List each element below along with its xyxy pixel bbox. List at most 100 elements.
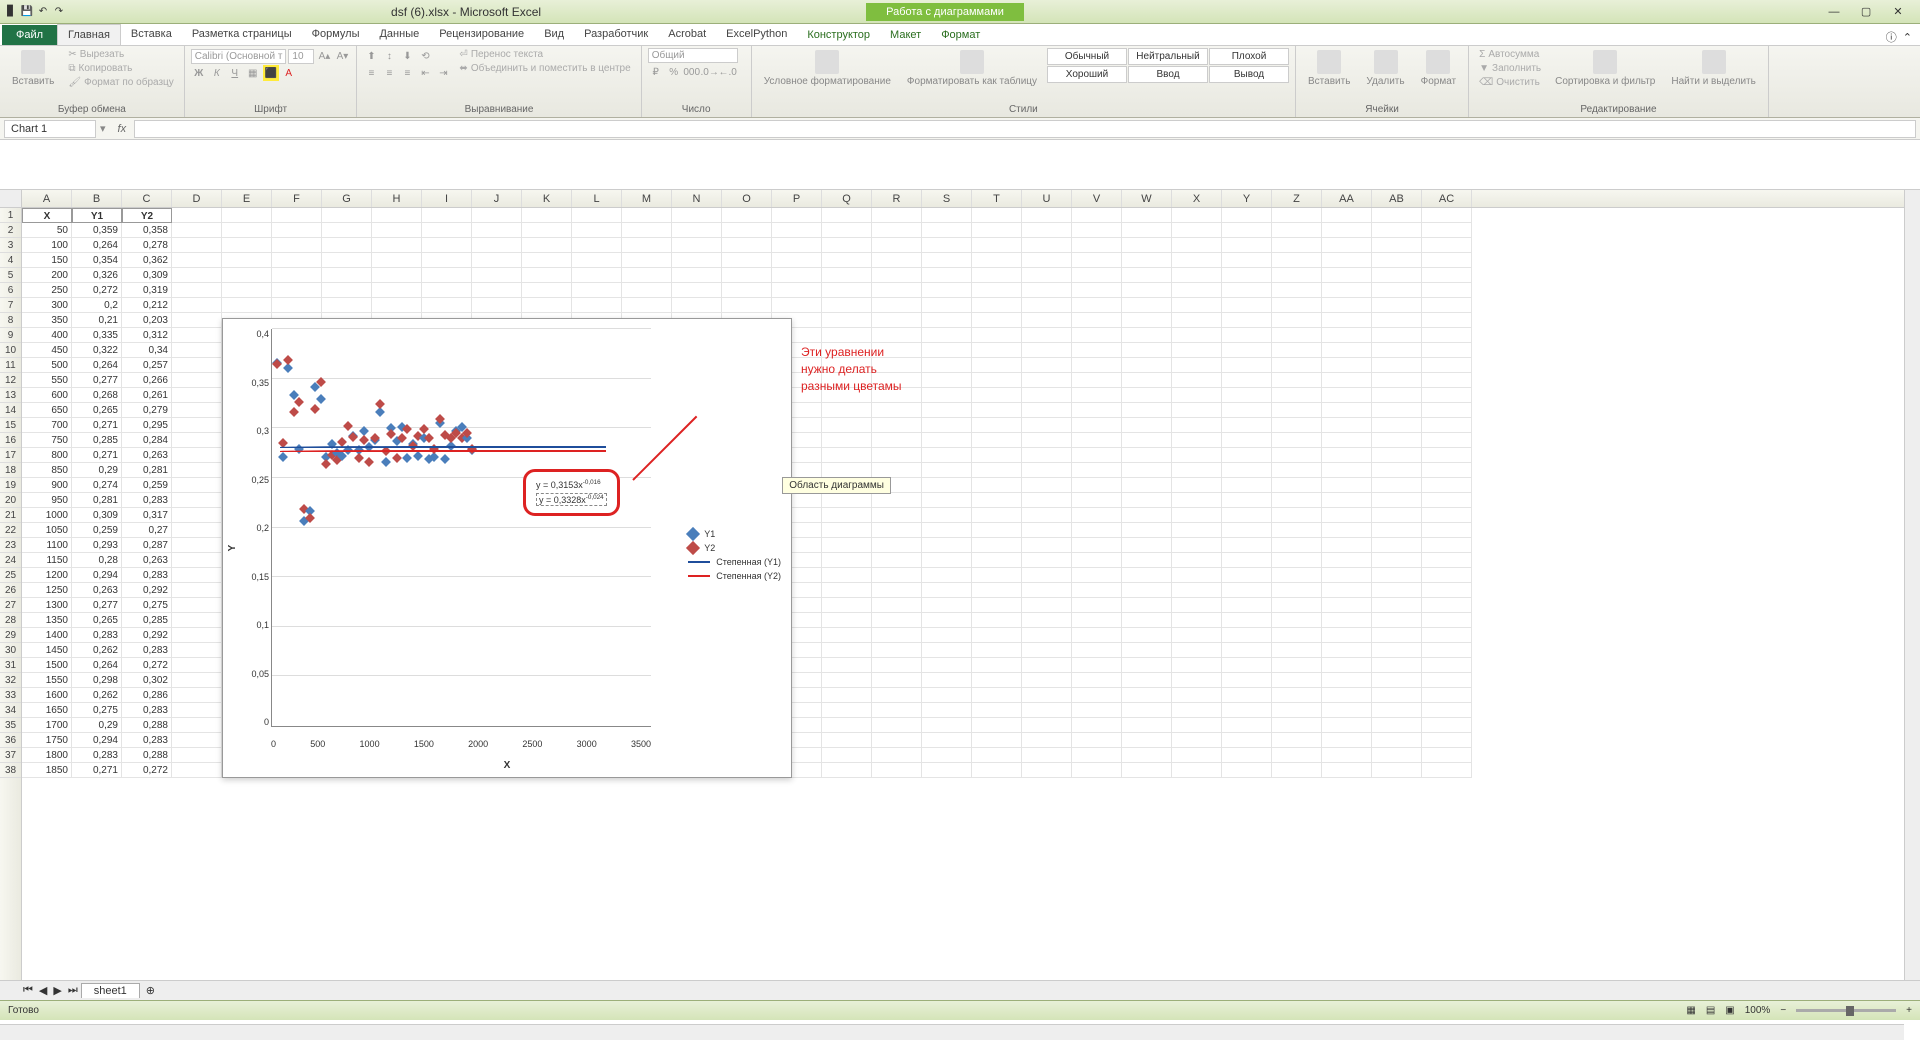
cell[interactable]	[822, 673, 872, 688]
cell[interactable]	[822, 748, 872, 763]
data-point[interactable]	[278, 452, 288, 462]
col-header[interactable]: I	[422, 190, 472, 207]
col-header[interactable]: D	[172, 190, 222, 207]
cell[interactable]	[1022, 463, 1072, 478]
cell[interactable]	[1172, 418, 1222, 433]
cell[interactable]	[1372, 403, 1422, 418]
cell[interactable]: 0,317	[122, 508, 172, 523]
cell[interactable]	[1322, 403, 1372, 418]
cell[interactable]	[472, 208, 522, 223]
row-header[interactable]: 31	[0, 658, 21, 673]
cell[interactable]	[1072, 238, 1122, 253]
format-painter-button[interactable]: 🖌 Формат по образцу	[64, 76, 177, 89]
cell[interactable]	[422, 283, 472, 298]
cell[interactable]	[1322, 718, 1372, 733]
cell[interactable]: 0,309	[122, 268, 172, 283]
cell[interactable]	[1372, 568, 1422, 583]
cell[interactable]	[972, 718, 1022, 733]
cell[interactable]	[1122, 433, 1172, 448]
cell[interactable]	[872, 598, 922, 613]
cell[interactable]: 0,264	[72, 658, 122, 673]
cell[interactable]	[722, 283, 772, 298]
cell[interactable]	[172, 418, 222, 433]
cell[interactable]	[372, 238, 422, 253]
dec-decimal-icon[interactable]: ←.0	[720, 64, 736, 80]
cell[interactable]: 1600	[22, 688, 72, 703]
trendline-equations[interactable]: y = 0,3153x-0,016 y = 0,3328x-0,024	[523, 469, 620, 516]
paste-button[interactable]: Вставить	[6, 48, 60, 89]
cell[interactable]	[1122, 598, 1172, 613]
cell[interactable]	[1322, 703, 1372, 718]
cell[interactable]	[872, 283, 922, 298]
cell[interactable]	[1172, 403, 1222, 418]
cell[interactable]	[1022, 433, 1072, 448]
cell[interactable]: 0,265	[72, 613, 122, 628]
cell[interactable]	[1122, 403, 1172, 418]
cell[interactable]	[1122, 733, 1172, 748]
name-box[interactable]: Chart 1	[4, 120, 96, 138]
row-header[interactable]: 2	[0, 223, 21, 238]
cell[interactable]	[672, 268, 722, 283]
cell[interactable]	[1122, 448, 1172, 463]
cell[interactable]	[1222, 583, 1272, 598]
cell[interactable]	[872, 568, 922, 583]
data-point[interactable]	[392, 453, 402, 463]
cell[interactable]	[1122, 553, 1172, 568]
cell[interactable]	[1022, 373, 1072, 388]
font-family-select[interactable]: Calibri (Основной т	[191, 49, 287, 64]
cell[interactable]: 0,264	[72, 238, 122, 253]
cell[interactable]	[1272, 703, 1322, 718]
cell[interactable]	[1172, 433, 1222, 448]
tab-Acrobat[interactable]: Acrobat	[658, 24, 716, 45]
cell[interactable]	[872, 748, 922, 763]
col-header[interactable]: H	[372, 190, 422, 207]
cell[interactable]	[972, 733, 1022, 748]
cell[interactable]	[872, 613, 922, 628]
cell[interactable]	[822, 733, 872, 748]
cell[interactable]	[1122, 418, 1172, 433]
cell[interactable]	[872, 733, 922, 748]
cell[interactable]	[1372, 658, 1422, 673]
row-header[interactable]: 26	[0, 583, 21, 598]
cell[interactable]: 0,2	[72, 298, 122, 313]
cell[interactable]	[472, 238, 522, 253]
cell[interactable]	[1122, 238, 1172, 253]
cell[interactable]	[1272, 643, 1322, 658]
cell[interactable]	[822, 703, 872, 718]
cell[interactable]	[1072, 208, 1122, 223]
cell[interactable]	[822, 568, 872, 583]
cell[interactable]	[172, 568, 222, 583]
cell[interactable]: 0,362	[122, 253, 172, 268]
cell[interactable]	[1322, 268, 1372, 283]
row-header[interactable]: 34	[0, 703, 21, 718]
cell[interactable]	[822, 223, 872, 238]
cell[interactable]	[972, 763, 1022, 778]
cell[interactable]	[1072, 283, 1122, 298]
cell[interactable]	[172, 223, 222, 238]
cell[interactable]	[1372, 418, 1422, 433]
cell[interactable]	[1272, 253, 1322, 268]
cell[interactable]	[172, 478, 222, 493]
cell[interactable]	[1222, 493, 1272, 508]
cell[interactable]	[922, 658, 972, 673]
cell[interactable]	[172, 343, 222, 358]
cell[interactable]	[272, 253, 322, 268]
cell[interactable]	[972, 448, 1022, 463]
cell[interactable]	[972, 688, 1022, 703]
cell[interactable]	[872, 298, 922, 313]
cell[interactable]	[622, 208, 672, 223]
cell[interactable]	[822, 643, 872, 658]
cell[interactable]: 0,272	[72, 283, 122, 298]
cell[interactable]	[1272, 763, 1322, 778]
row-header[interactable]: 14	[0, 403, 21, 418]
cell[interactable]: 450	[22, 343, 72, 358]
cell[interactable]	[222, 253, 272, 268]
cell[interactable]	[1172, 628, 1222, 643]
cell[interactable]: 0,302	[122, 673, 172, 688]
cell[interactable]	[322, 253, 372, 268]
cell[interactable]	[522, 238, 572, 253]
cell[interactable]	[1422, 343, 1472, 358]
cell[interactable]	[922, 643, 972, 658]
cell[interactable]	[872, 223, 922, 238]
row-header[interactable]: 5	[0, 268, 21, 283]
